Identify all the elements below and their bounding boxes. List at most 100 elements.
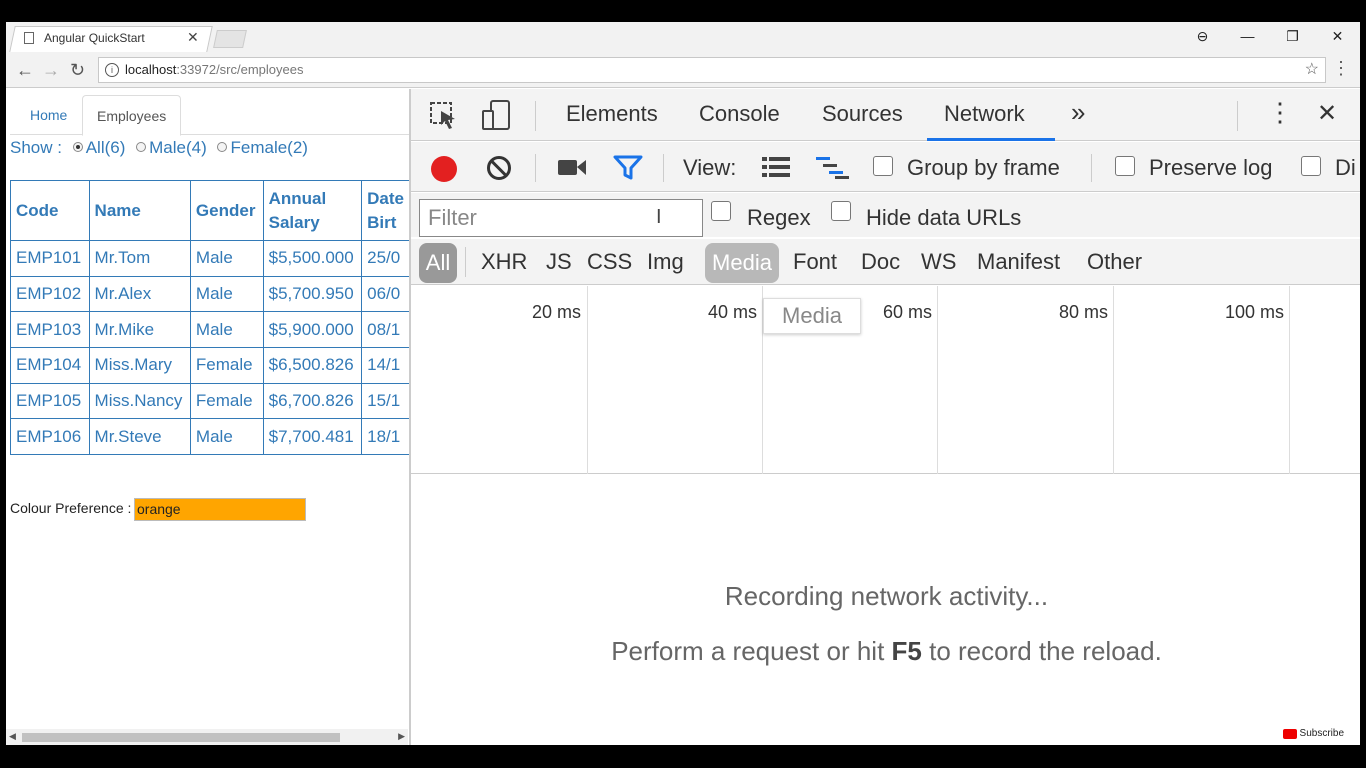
disable-cache-label[interactable]: Di [1335, 155, 1356, 181]
back-arrow-icon[interactable]: ← [16, 60, 34, 81]
reload-icon[interactable]: ↻ [70, 60, 85, 81]
scrollbar-thumb[interactable] [22, 733, 340, 742]
cell-code: EMP105 [10, 382, 90, 420]
table-row: EMP101 Mr.Tom Male $5,500.000 25/0 [10, 240, 410, 277]
url-path: :33972/src/employees [176, 62, 304, 77]
device-toolbar-icon[interactable] [481, 99, 513, 131]
radio-female-label[interactable]: Female(2) [230, 138, 307, 157]
large-rows-icon[interactable] [761, 156, 791, 178]
colour-input[interactable]: orange [134, 498, 306, 521]
inspect-element-icon[interactable] [429, 101, 459, 131]
profile-icon[interactable]: ⊖ [1180, 22, 1225, 52]
table-body: EMP101 Mr.Tom Male $5,500.000 25/0 EMP102 Mr.A… [10, 240, 410, 456]
filter-funnel-icon[interactable] [613, 155, 643, 181]
type-doc-button[interactable]: Doc [861, 249, 900, 275]
tab-sources[interactable]: Sources [822, 101, 903, 127]
group-by-frame-label[interactable]: Group by frame [907, 155, 1060, 181]
nav-tabs: Home Employees [10, 95, 410, 136]
subscribe-watermark[interactable]: Subscribe [1282, 728, 1344, 739]
type-all-button[interactable]: All [419, 243, 457, 283]
hide-data-urls-label[interactable]: Hide data URLs [866, 205, 1021, 231]
type-font-button[interactable]: Font [793, 249, 837, 275]
close-window-button[interactable]: ✕ [1315, 22, 1360, 52]
new-tab-button[interactable] [213, 30, 247, 48]
screenshot-camera-icon[interactable] [557, 156, 587, 178]
header-code: Code [10, 180, 90, 241]
header-date-of-birth: Date Birt [361, 180, 410, 241]
type-media-button[interactable]: Media [705, 243, 779, 283]
minimize-button[interactable]: — [1225, 22, 1270, 52]
regex-checkbox[interactable] [711, 201, 731, 221]
type-css-button[interactable]: CSS [587, 249, 632, 275]
cell-salary: $6,700.826 [262, 382, 363, 420]
header-name: Name [88, 180, 191, 241]
cell-gender: Male [189, 311, 264, 349]
header-salary: Salary [268, 212, 320, 232]
timeline-gridline [587, 286, 588, 474]
group-by-frame-checkbox[interactable] [873, 156, 893, 176]
tab-console[interactable]: Console [699, 101, 780, 127]
disable-cache-checkbox[interactable] [1301, 156, 1321, 176]
cell-gender: Female [189, 347, 264, 384]
type-img-button[interactable]: Img [647, 249, 684, 275]
info-icon[interactable]: i [105, 63, 119, 77]
table-row: EMP104 Miss.Mary Female $6,500.826 14/1 [10, 347, 410, 384]
table-row: EMP102 Mr.Alex Male $5,700.950 06/0 [10, 275, 410, 313]
radio-female[interactable] [217, 142, 228, 152]
type-other-button[interactable]: Other [1087, 249, 1142, 275]
web-page: Home Employees Show : All(6) Male(4) Fem… [6, 89, 410, 745]
horizontal-scrollbar[interactable]: ◀ ▶ [6, 729, 408, 745]
network-toolbar: View: Group by frame Preserve log Di [411, 142, 1360, 192]
type-xhr-button[interactable]: XHR [481, 249, 527, 275]
tab-close-icon[interactable]: ✕ [187, 29, 199, 46]
separator [663, 154, 664, 182]
gender-filter: Show : All(6) Male(4) Female(2) [10, 138, 308, 158]
scroll-left-icon[interactable]: ◀ [9, 731, 16, 742]
restore-button[interactable]: ❐ [1270, 22, 1315, 52]
type-manifest-button[interactable]: Manifest [977, 249, 1060, 275]
cell-code: EMP101 [10, 240, 90, 277]
network-overview-timeline[interactable]: 20 ms 40 ms 60 ms 80 ms 100 ms [411, 286, 1360, 474]
tab-home[interactable]: Home [16, 95, 81, 136]
radio-male-label[interactable]: Male(4) [149, 138, 207, 157]
cell-dob: 06/0 [361, 275, 410, 313]
preserve-log-checkbox[interactable] [1115, 156, 1135, 176]
table-row: EMP105 Miss.Nancy Female $6,700.826 15/1 [10, 382, 410, 420]
tick-label: 40 ms [707, 302, 757, 322]
filter-input[interactable]: Filter I [419, 199, 703, 237]
url-host: localhost [125, 62, 177, 77]
hide-data-urls-checkbox[interactable] [831, 201, 851, 221]
regex-label[interactable]: Regex [747, 205, 811, 231]
reload-hint-pre: Perform a request or hit [611, 636, 892, 666]
chrome-menu-icon[interactable]: ⋮ [1332, 58, 1350, 79]
scroll-right-icon[interactable]: ▶ [398, 731, 405, 742]
radio-male[interactable] [136, 142, 147, 152]
header-gender: Gender [189, 180, 264, 241]
type-ws-button[interactable]: WS [921, 249, 956, 275]
clear-icon[interactable] [487, 156, 511, 180]
tab-employees[interactable]: Employees [82, 95, 182, 136]
overview-waterfall-icon[interactable] [815, 156, 851, 180]
cell-gender: Male [189, 275, 264, 313]
tab-elements[interactable]: Elements [566, 101, 658, 127]
timeline-gridline [1289, 286, 1290, 474]
cell-name: Miss.Nancy [88, 382, 191, 420]
record-button[interactable] [431, 156, 457, 182]
reload-hint-key: F5 [891, 636, 922, 666]
preserve-log-label[interactable]: Preserve log [1149, 155, 1273, 181]
radio-all-label[interactable]: All(6) [86, 138, 126, 157]
url-input[interactable]: i localhost:33972/src/employees ☆ [98, 57, 1326, 83]
close-devtools-icon[interactable]: ✕ [1317, 99, 1337, 128]
header-annual-salary: Annual Salary [262, 180, 363, 241]
more-tabs-icon[interactable]: » [1071, 97, 1085, 128]
cell-name: Mr.Steve [88, 418, 191, 456]
forward-arrow-icon[interactable]: → [42, 60, 60, 81]
tab-network[interactable]: Network [944, 101, 1025, 127]
radio-all[interactable] [72, 142, 83, 152]
devtools-menu-icon[interactable]: ⋮ [1267, 97, 1293, 128]
text-cursor-icon: I [656, 206, 662, 228]
type-js-button[interactable]: JS [546, 249, 572, 275]
cell-salary: $7,700.481 [262, 418, 363, 456]
youtube-icon [1282, 728, 1297, 739]
bookmark-star-icon[interactable]: ☆ [1305, 58, 1319, 82]
